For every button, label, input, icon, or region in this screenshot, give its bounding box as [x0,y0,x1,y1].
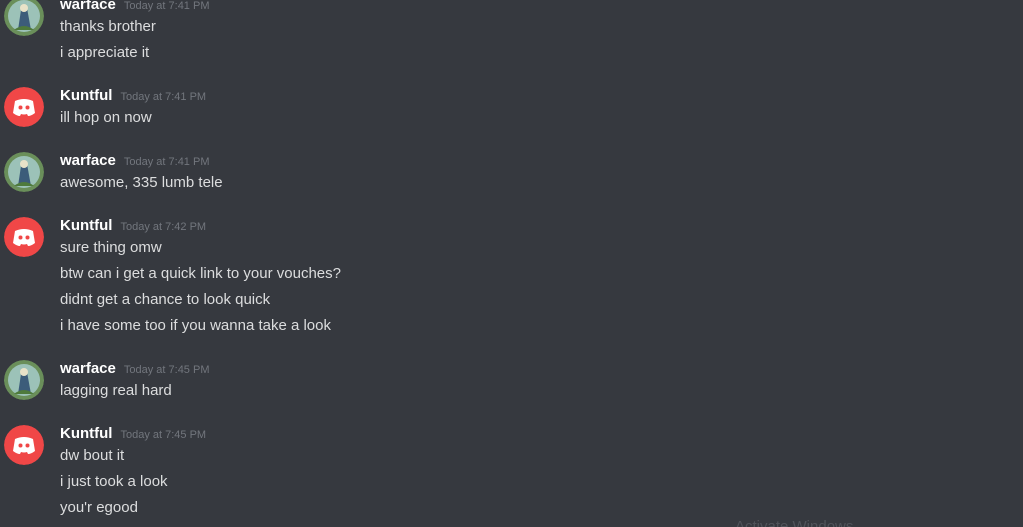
message-text: btw can i get a quick link to your vouch… [60,265,341,282]
warface-avatar-icon [4,0,44,36]
message-header: Kuntful Today at 7:42 PM [60,217,206,235]
username[interactable]: Kuntful [60,87,112,104]
message-text: dw bout it [60,447,125,464]
username[interactable]: warface [60,0,116,13]
message-header: Kuntful Today at 7:45 PM [60,425,206,443]
timestamp: Today at 7:41 PM [120,91,207,103]
message-text: i appreciate it [60,44,150,61]
message-text: i just took a look [60,473,168,490]
user-avatar[interactable] [4,152,44,192]
discord-logo-icon [4,425,44,465]
timestamp: Today at 7:45 PM [120,429,207,441]
activate-windows-watermark: Activate Windows [735,518,854,527]
message-header: Kuntful Today at 7:41 PM [60,87,206,105]
message-text: lagging real hard [60,382,172,399]
message-text: awesome, 335 lumb tele [60,174,223,191]
username[interactable]: Kuntful [60,425,112,442]
timestamp: Today at 7:41 PM [123,156,210,168]
user-avatar[interactable] [4,425,44,465]
warface-avatar-icon [4,152,44,192]
discord-logo-icon [4,217,44,257]
user-avatar[interactable] [4,217,44,257]
username[interactable]: warface [60,360,116,377]
message-header: warface Today at 7:41 PM [60,0,209,14]
user-avatar[interactable] [4,0,44,36]
message-text: you'r egood [60,499,138,516]
discord-logo-icon [4,87,44,127]
timestamp: Today at 7:42 PM [120,221,207,233]
message-header: warface Today at 7:41 PM [60,152,209,170]
warface-avatar-icon [4,360,44,400]
user-avatar[interactable] [4,360,44,400]
user-avatar[interactable] [4,87,44,127]
message-text: sure thing omw [60,239,162,256]
username[interactable]: Kuntful [60,217,112,234]
username[interactable]: warface [60,152,116,169]
message-text: i have some too if you wanna take a look [60,317,331,334]
message-text: ill hop on now [60,109,152,126]
timestamp: Today at 7:45 PM [123,364,210,376]
message-text: didnt get a chance to look quick [60,291,271,308]
timestamp: Today at 7:41 PM [123,0,210,12]
message-header: warface Today at 7:45 PM [60,360,209,378]
message-text: thanks brother [60,18,156,35]
